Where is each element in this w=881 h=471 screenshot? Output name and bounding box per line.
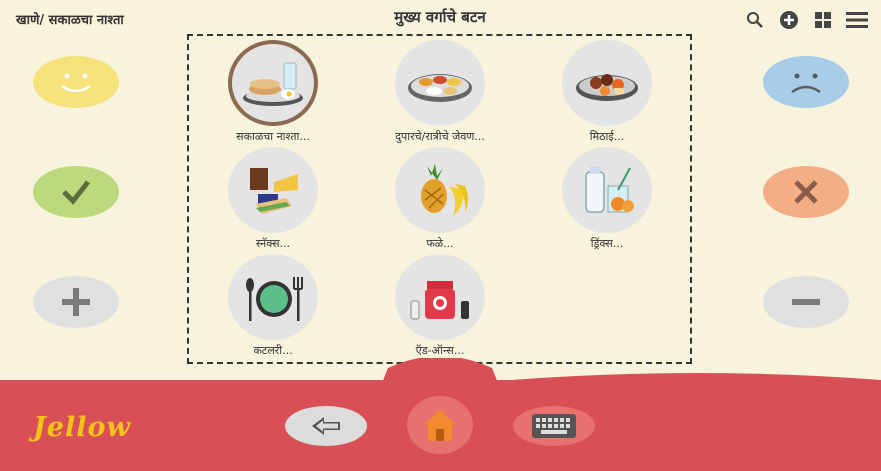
category-sweets[interactable]: मिठाई... bbox=[537, 40, 677, 144]
back-button[interactable] bbox=[285, 406, 367, 446]
category-fruits[interactable]: फळे... bbox=[370, 147, 510, 251]
category-lunch-dinner[interactable]: दुपारचे/रात्रीचे जेवण... bbox=[370, 40, 510, 144]
fruits-icon bbox=[395, 147, 485, 233]
category-label: फळे... bbox=[426, 237, 454, 250]
yes-button[interactable] bbox=[33, 166, 119, 218]
home-button[interactable] bbox=[407, 396, 473, 454]
category-label: कटलरी... bbox=[253, 344, 293, 357]
category-add-ons[interactable]: ऍड-ऑन्स... bbox=[370, 254, 510, 358]
keyboard-button[interactable] bbox=[513, 406, 595, 446]
less-button[interactable] bbox=[763, 276, 849, 328]
search-icon[interactable] bbox=[743, 8, 767, 32]
smile-icon bbox=[61, 73, 91, 93]
like-button[interactable] bbox=[33, 56, 119, 108]
keyboard-icon bbox=[532, 414, 576, 438]
page-title: मुख्य वर्गाचे बटन bbox=[394, 8, 486, 26]
back-arrow-icon bbox=[312, 417, 340, 435]
add-icon[interactable] bbox=[777, 8, 801, 32]
check-icon bbox=[62, 180, 90, 205]
plus-icon bbox=[62, 288, 90, 316]
add-ons-icon bbox=[395, 254, 485, 340]
breakfast-icon bbox=[228, 40, 318, 126]
category-label: दुपारचे/रात्रीचे जेवण... bbox=[395, 130, 485, 143]
sweets-icon bbox=[562, 40, 652, 126]
category-label: मिठाई... bbox=[589, 130, 625, 143]
thali-icon bbox=[395, 40, 485, 126]
cross-icon bbox=[794, 180, 818, 204]
top-toolbar bbox=[743, 8, 869, 32]
home-icon bbox=[424, 410, 456, 441]
grid-icon[interactable] bbox=[811, 8, 835, 32]
category-breakfast[interactable]: सकाळचा नाश्ता... bbox=[203, 40, 343, 144]
cutlery-icon bbox=[228, 254, 318, 340]
category-snacks[interactable]: स्नॅक्स... bbox=[203, 147, 343, 251]
drinks-icon bbox=[562, 147, 652, 233]
breadcrumb: खाणे/ सकाळचा नाश्ता bbox=[16, 13, 124, 28]
no-button[interactable] bbox=[763, 166, 849, 218]
category-drinks[interactable]: ड्रिंक्स... bbox=[537, 147, 677, 251]
menu-icon[interactable] bbox=[845, 8, 869, 32]
jellow-logo: Jellow bbox=[33, 412, 131, 443]
category-label: सकाळचा नाश्ता... bbox=[236, 130, 310, 143]
more-button[interactable] bbox=[33, 276, 119, 328]
minus-icon bbox=[792, 299, 820, 305]
category-cutlery[interactable]: कटलरी... bbox=[203, 254, 343, 358]
category-label: ऍड-ऑन्स... bbox=[415, 344, 465, 357]
category-label: स्नॅक्स... bbox=[255, 237, 291, 250]
sad-icon bbox=[791, 73, 821, 94]
dislike-button[interactable] bbox=[763, 56, 849, 108]
snacks-icon bbox=[228, 147, 318, 233]
category-label: ड्रिंक्स... bbox=[590, 237, 624, 250]
